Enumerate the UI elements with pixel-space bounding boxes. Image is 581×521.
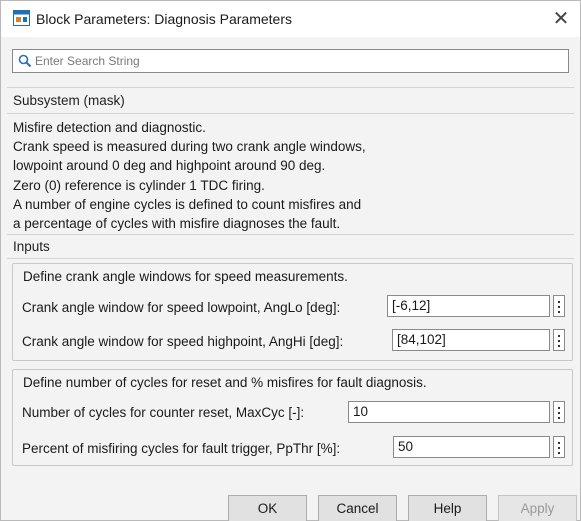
ok-button[interactable]: OK xyxy=(228,495,307,521)
divider xyxy=(7,234,574,235)
help-button[interactable]: Help xyxy=(408,495,487,521)
kebab-menu-icon[interactable] xyxy=(553,401,565,423)
anglo-label: Crank angle window for speed lowpoint, A… xyxy=(22,300,341,315)
search-input[interactable] xyxy=(35,52,555,70)
maxcyc-field[interactable]: 10 xyxy=(348,401,550,423)
divider xyxy=(7,113,574,114)
cycles-group: Define number of cycles for reset and % … xyxy=(12,369,573,466)
description-line: A number of engine cycles is defined to … xyxy=(13,196,362,212)
maxcyc-label: Number of cycles for counter reset, MaxC… xyxy=(22,405,305,420)
mask-heading: Subsystem (mask) xyxy=(13,93,125,108)
description-line: Zero (0) reference is cylinder 1 TDC fir… xyxy=(13,177,265,193)
group-label: Define crank angle windows for speed mea… xyxy=(23,269,348,284)
anghi-field[interactable]: [84,102] xyxy=(392,329,550,351)
divider xyxy=(7,87,574,88)
description-line: lowpoint around 0 deg and highpoint arou… xyxy=(13,158,326,174)
search-icon xyxy=(18,54,32,68)
description-line: Misfire detection and diagnostic. xyxy=(13,120,206,135)
title-bar[interactable]: Block Parameters: Diagnosis Parameters ✕ xyxy=(1,1,580,37)
crank-angle-group: Define crank angle windows for speed mea… xyxy=(12,263,573,361)
ppthr-field[interactable]: 50 xyxy=(393,436,550,458)
anglo-field[interactable]: [-6,12] xyxy=(387,295,550,317)
divider xyxy=(7,258,574,259)
anghi-label: Crank angle window for speed highpoint, … xyxy=(22,334,344,349)
description-line: a percentage of cycles with misfire diag… xyxy=(13,216,341,232)
kebab-menu-icon[interactable] xyxy=(553,329,565,351)
description-line: Crank speed is measured during two crank… xyxy=(13,139,366,155)
search-box[interactable] xyxy=(12,49,569,73)
kebab-menu-icon[interactable] xyxy=(553,436,565,458)
mask-description: Misfire detection and diagnostic. Crank … xyxy=(13,118,573,233)
ppthr-label: Percent of misfiring cycles for fault tr… xyxy=(22,441,341,456)
group-label: Define number of cycles for reset and % … xyxy=(23,375,427,390)
cancel-button[interactable]: Cancel xyxy=(318,495,397,521)
inputs-heading: Inputs xyxy=(13,239,50,254)
simulink-block-icon xyxy=(13,10,30,26)
dialog-window: Block Parameters: Diagnosis Parameters ✕… xyxy=(0,0,581,521)
window-title: Block Parameters: Diagnosis Parameters xyxy=(36,11,292,27)
apply-button[interactable]: Apply xyxy=(498,495,577,521)
kebab-menu-icon[interactable] xyxy=(553,295,565,317)
close-icon[interactable]: ✕ xyxy=(549,7,573,31)
